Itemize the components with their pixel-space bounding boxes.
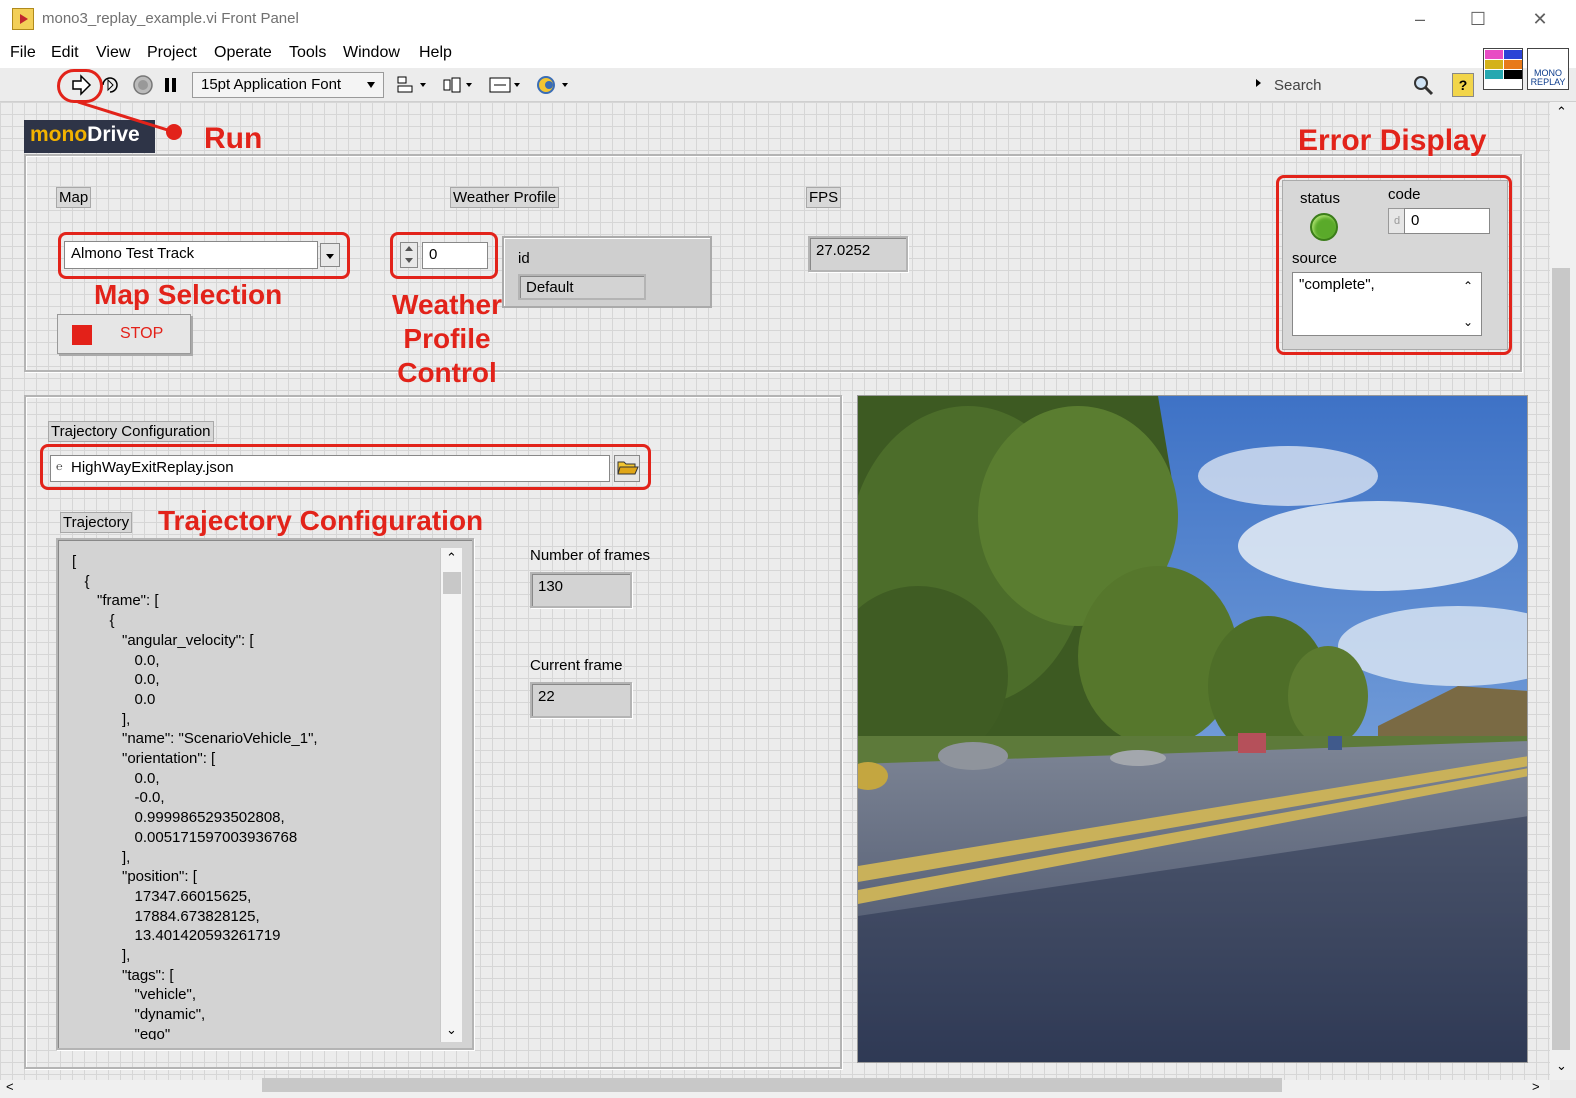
weather-id-value: Default [518,274,646,300]
weather-id-label: id [518,250,530,267]
window-title: mono3_replay_example.vi Front Panel [42,10,299,27]
font-select-value: 15pt Application Font [201,76,342,93]
distribute-objects-icon[interactable] [442,74,476,96]
error-source-text[interactable]: "complete", ⌃ ⌄ [1292,272,1482,336]
error-display-annotation: Error Display [1298,124,1487,157]
weather-annotation-line2: Profile [403,323,491,354]
weather-profile-annotation: Weather Profile Control [382,288,512,390]
context-help-button[interactable]: ? [1452,73,1474,97]
error-source-value: "complete", [1299,276,1375,293]
menu-window[interactable]: Window [343,44,400,62]
vi-icon-label-bottom: REPLAY [1530,77,1566,87]
close-icon[interactable]: ✕ [1528,8,1552,30]
trajectory-text[interactable]: [ { "frame": [ { "angular_velocity": [ 0… [66,548,438,1040]
abort-icon[interactable] [132,74,154,96]
camera-view-image [857,395,1528,1063]
pause-icon[interactable] [161,74,181,96]
align-objects-icon[interactable] [396,74,430,96]
stop-button[interactable]: STOP [57,314,191,354]
street-scene [858,396,1527,1062]
minimize-icon[interactable]: – [1408,8,1432,30]
menu-operate[interactable]: Operate [214,44,272,62]
scroll-thumb[interactable] [443,572,461,594]
scroll-up-icon[interactable]: ⌃ [446,550,457,566]
number-of-frames-value: 130 [530,572,632,608]
trajectory-scrollbar[interactable]: ⌃ ⌄ [440,548,462,1042]
reorder-icon[interactable] [536,74,572,96]
menu-tools[interactable]: Tools [289,44,326,62]
status-led-icon [1310,213,1338,241]
mono-replay-vi-icon: MONO REPLAY [1527,48,1569,90]
scroll-down-icon[interactable]: ⌄ [1556,1058,1567,1074]
maximize-icon[interactable]: ☐ [1466,8,1490,30]
map-selection-annotation: Map Selection [94,279,283,310]
resize-objects-icon[interactable] [488,74,524,96]
scroll-up-icon[interactable]: ⌃ [1463,279,1473,293]
error-code-label: code [1388,186,1421,203]
horizontal-scroll-thumb[interactable] [262,1078,1282,1092]
menu-edit[interactable]: Edit [51,44,79,62]
fps-label: FPS [806,187,842,208]
vertical-scroll-thumb[interactable] [1552,268,1570,1050]
scroll-down-icon[interactable]: ⌄ [446,1022,457,1038]
error-status-label: status [1300,190,1341,207]
weather-highlight [390,232,498,279]
stop-icon [72,325,92,345]
error-source-label: source [1292,250,1338,267]
run-pointer [77,100,182,140]
scroll-left-icon[interactable]: < [6,1079,14,1094]
search-icon[interactable] [1412,74,1436,96]
menu-project[interactable]: Project [147,44,197,62]
labview-vi-icon [12,8,34,30]
search-expander-icon[interactable] [1256,79,1261,87]
menu-help[interactable]: Help [419,44,452,62]
map-highlight [58,232,350,279]
weather-annotation-line3: Control [397,357,497,388]
menu-file[interactable]: File [10,44,36,62]
trajectory-config-label: Trajectory Configuration [48,421,214,442]
current-frame-label: Current frame [530,657,623,674]
trajectory-label: Trajectory [60,512,133,533]
menu-view[interactable]: View [96,44,130,62]
stop-label: STOP [120,325,164,342]
map-label: Map [56,187,92,208]
weather-profile-label: Weather Profile [450,187,560,208]
trajectory-config-highlight [40,444,651,490]
fps-value: 27.0252 [808,236,908,272]
weather-cluster: id Default [502,236,712,308]
run-annotation: Run [204,122,263,155]
weather-annotation-line1: Weather [392,289,502,320]
connector-pane-icon [1483,48,1523,90]
current-frame-value: 22 [530,682,632,718]
scroll-down-icon[interactable]: ⌄ [1463,315,1473,329]
chevron-down-icon [367,82,375,88]
font-select[interactable]: 15pt Application Font [192,72,384,98]
number-of-frames-label: Number of frames [530,547,651,564]
trajectory-config-annotation: Trajectory Configuration [158,505,484,536]
scroll-up-icon[interactable]: ⌃ [1556,104,1567,120]
scroll-right-icon[interactable]: > [1532,1079,1540,1094]
error-code-value[interactable]: 0 [1404,208,1490,234]
